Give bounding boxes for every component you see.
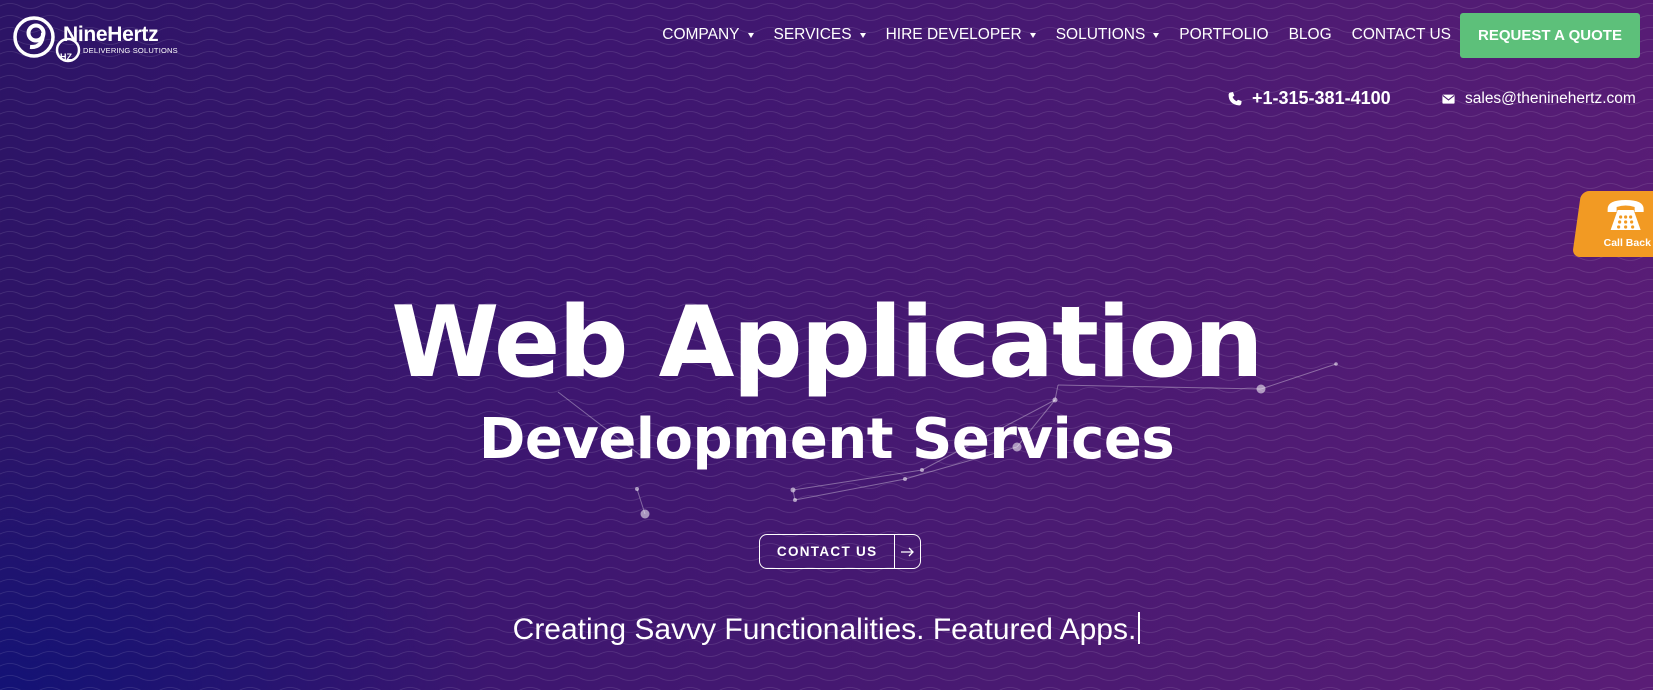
email-address: sales@theninehertz.com — [1465, 90, 1636, 107]
nav-item-label: COMPANY — [662, 26, 740, 43]
nav-item-contact-us[interactable]: CONTACT US — [1352, 26, 1451, 44]
request-quote-button[interactable]: REQUEST A QUOTE — [1460, 13, 1640, 58]
caret-down-icon — [1029, 32, 1036, 38]
nav-item-label: PORTFOLIO — [1179, 26, 1269, 43]
brand-tagline: DELIVERING SOLUTIONS — [83, 46, 178, 55]
brand-name: NineHertz — [63, 23, 159, 46]
caret-down-icon — [859, 32, 866, 38]
nav-item-portfolio[interactable]: PORTFOLIO — [1179, 26, 1268, 44]
nav-item-company[interactable]: COMPANY — [662, 26, 754, 44]
email-link[interactable]: sales@theninehertz.com — [1441, 90, 1636, 108]
nav-item-solutions[interactable]: SOLUTIONS — [1056, 26, 1160, 44]
main-nav: COMPANY SERVICES HIRE DEVELOPER SOLUTION… — [642, 24, 1451, 46]
nav-item-label: HIRE DEVELOPER — [885, 26, 1022, 43]
hero-contact-us-button[interactable]: CONTACT US — [759, 534, 921, 569]
nav-item-label: CONTACT US — [1351, 26, 1451, 43]
nav-item-blog[interactable]: BLOG — [1289, 26, 1332, 44]
telephone-icon — [1607, 200, 1644, 230]
phone-number: +1-315-381-4100 — [1252, 88, 1391, 108]
nav-item-hire-developer[interactable]: HIRE DEVELOPER — [886, 26, 1036, 44]
hero-subtitle: Development Services — [478, 407, 1175, 472]
call-back-label: Call Back — [1603, 237, 1651, 249]
nav-item-label: SERVICES — [773, 26, 852, 43]
hero-tagline-text: Creating Savvy Functionalities. Featured… — [512, 613, 1137, 646]
call-back-button[interactable]: Call Back — [1572, 191, 1653, 257]
typing-cursor — [1138, 612, 1141, 644]
hero-title: Web Application — [391, 286, 1263, 400]
hero-tagline: Creating Savvy Functionalities. Featured… — [0, 611, 1653, 649]
envelope-icon — [1442, 94, 1455, 104]
nav-item-services[interactable]: SERVICES — [774, 26, 866, 44]
nav-item-label: BLOG — [1288, 26, 1332, 43]
caret-down-icon — [747, 32, 754, 38]
logo[interactable]: HZ NineHertz DELIVERING SOLUTIONS — [13, 12, 188, 63]
nav-item-label: SOLUTIONS — [1055, 26, 1146, 43]
caret-down-icon — [1153, 32, 1160, 38]
logo-mark-text: HZ — [60, 52, 72, 62]
arrow-right-icon — [894, 535, 920, 568]
phone-icon — [1228, 91, 1242, 105]
contact-us-label: CONTACT US — [776, 544, 878, 559]
phone-link[interactable]: +1-315-381-4100 — [1227, 88, 1391, 109]
